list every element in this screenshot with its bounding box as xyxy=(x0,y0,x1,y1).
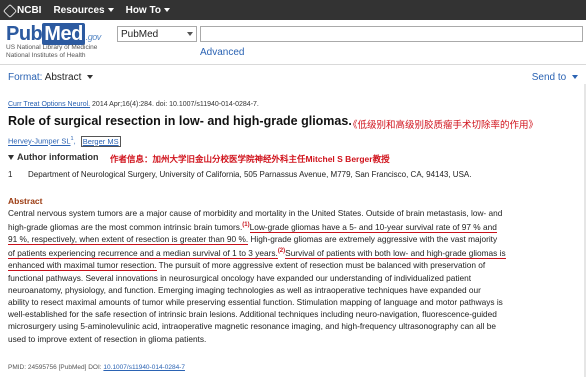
abstract-line: enhanced with maximal tumor resection. T… xyxy=(8,259,580,272)
affiliation-number: 1 xyxy=(8,170,13,179)
send-to-button[interactable]: Send to xyxy=(532,72,578,83)
abstract-line: used to improve extent of resection in g… xyxy=(8,333,207,344)
highlight-underline: Low-grade gliomas have a 5- and 10-year … xyxy=(249,221,497,233)
howto-label: How To xyxy=(125,4,161,16)
format-selector[interactable]: Format: Abstract xyxy=(8,72,94,83)
logo-pub: Pub xyxy=(6,23,43,45)
abstract-heading: Abstract xyxy=(8,196,43,206)
chevron-down-icon xyxy=(107,8,114,12)
author-link[interactable]: Berger MS xyxy=(80,135,121,147)
chevron-down-icon xyxy=(187,32,193,36)
abstract-line: 91 %, respectively, when extent of resec… xyxy=(8,233,580,246)
chevron-down-icon xyxy=(87,75,94,80)
pubmed-logo[interactable]: Pub Med .gov xyxy=(6,23,101,46)
author-information-toggle[interactable]: Author information xyxy=(8,152,99,162)
affiliation: 1 Department of Neurological Surgery, Uni… xyxy=(8,170,471,179)
send-to-label: Send to xyxy=(531,72,567,83)
abstract-line: microsurgery using 5-aminolevulinic acid… xyxy=(8,321,496,332)
database-select[interactable]: PubMed xyxy=(117,26,197,42)
doi-label: [PubMed] DOI: xyxy=(56,364,104,371)
affiliation-text: Department of Neurological Surgery, Univ… xyxy=(28,170,472,179)
journal-link[interactable]: Curr Treat Options Neurol. xyxy=(8,101,90,108)
ncbi-icon xyxy=(4,5,14,15)
author-sup: 1 xyxy=(70,136,74,142)
database-value: PubMed xyxy=(121,28,159,40)
abstract-line: high-grade gliomas are the most common i… xyxy=(8,219,580,233)
format-label: Format: xyxy=(8,72,43,83)
library-name: US National Library of Medicine National… xyxy=(6,44,97,59)
author-list: Hervey-Jumper SL1, Berger MS xyxy=(8,135,121,147)
resources-label: Resources xyxy=(53,4,105,16)
howto-menu[interactable]: How To xyxy=(126,5,170,16)
doi-link[interactable]: 10.1007/s11940-014-0284-7 xyxy=(103,364,185,371)
abstract-body: Central nervous system tumors are a majo… xyxy=(8,207,580,345)
ncbi-logo[interactable]: NCBI xyxy=(4,5,41,16)
abstract-text: High-grade gliomas are extremely aggress… xyxy=(248,234,498,245)
author-info-label: Author information xyxy=(17,152,99,162)
abstract-line: well-established for the safe resection … xyxy=(8,309,497,320)
triangle-down-icon xyxy=(8,155,14,161)
abstract-line: ability to resect maximal amounts of tum… xyxy=(8,296,503,307)
ncbi-topbar: NCBI Resources How To xyxy=(0,0,586,20)
abstract-line: neuroanatomy, physiology, and function. … xyxy=(8,284,481,295)
citation: Curr Treat Options Neurol. 2014 Apr;16(4… xyxy=(8,101,259,108)
pmid: PMID: 24595756 xyxy=(8,364,57,371)
highlight-underline: enhanced with maximal tumor resection. xyxy=(8,260,157,272)
highlight-underline: of patients experiencing recurrence and … xyxy=(8,248,278,260)
abstract-line: of patients experiencing recurrence and … xyxy=(8,245,580,260)
abstract-line: functional pathways. Several innovations… xyxy=(8,272,472,283)
highlight-underline: Survival of patients with both low- and … xyxy=(285,248,506,260)
chevron-down-icon xyxy=(163,8,170,12)
resources-menu[interactable]: Resources xyxy=(53,4,114,16)
ncbi-brand: NCBI xyxy=(17,4,42,16)
annotation-marker: (1) xyxy=(242,222,250,229)
citation-details: 2014 Apr;16(4):284. doi: 10.1007/s11940-… xyxy=(90,101,259,108)
advanced-search-link[interactable]: Advanced xyxy=(200,47,244,58)
abstract-text: high-grade gliomas are the most common i… xyxy=(8,221,243,232)
format-value: Abstract xyxy=(44,72,82,83)
highlight-underline: 91 %, respectively, when extent of resec… xyxy=(8,234,249,246)
library-line2: National Institutes of Health xyxy=(6,51,86,59)
author-annotation-cn: 作者信息：加州大学旧金山分校医学院神经外科主任Mitchel S Berger教… xyxy=(110,154,390,164)
pubmed-header: Pub Med .gov US National Library of Medici… xyxy=(0,20,586,62)
search-input[interactable] xyxy=(200,26,583,42)
article-title: Role of surgical resection in low- and h… xyxy=(8,114,352,128)
format-toolbar: Format: Abstract Send to xyxy=(0,64,586,84)
logo-gov: .gov xyxy=(85,32,102,42)
chevron-down-icon xyxy=(572,75,578,80)
title-annotation-cn: 《低级别和高级别胶质瘤手术切除率的作用》 xyxy=(348,120,539,131)
abstract-line: Central nervous system tumors are a majo… xyxy=(8,208,503,218)
abstract-text: The pursuit of more aggressive extent of… xyxy=(156,260,486,271)
library-line1: US National Library of Medicine xyxy=(6,44,98,51)
author-link[interactable]: Hervey-Jumper SL xyxy=(8,137,71,146)
logo-med: Med xyxy=(42,23,85,45)
pmid-line: PMID: 24595756 [PubMed] DOI: 10.1007/s11… xyxy=(8,364,185,371)
